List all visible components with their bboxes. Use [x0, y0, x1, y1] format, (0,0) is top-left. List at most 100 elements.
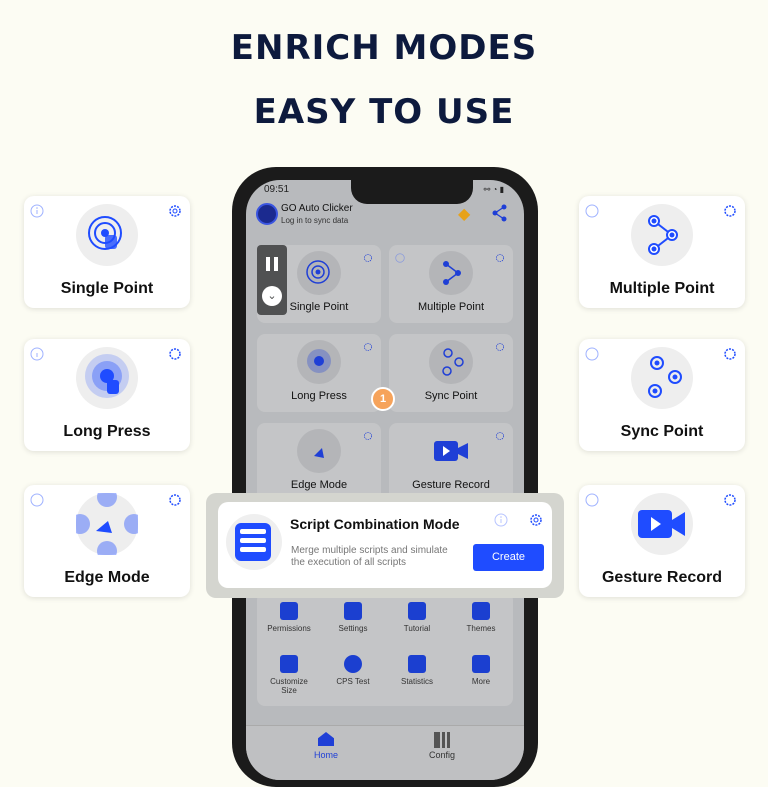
tool-permissions[interactable]: Permissions — [257, 602, 321, 633]
phone-screen: 09:51 ⚯ ◔ ▮ GO Auto Clicker Log in to sy… — [246, 180, 524, 780]
mode-label: Long Press — [291, 390, 347, 402]
settings-hex-icon — [344, 602, 362, 620]
mode-card-edge-mode[interactable]: Edge Mode — [257, 423, 381, 501]
gear-icon[interactable] — [495, 253, 505, 263]
gear-icon[interactable] — [363, 342, 373, 352]
single-point-icon — [297, 251, 341, 295]
mode-card-sync-point[interactable]: Sync Point — [389, 334, 513, 412]
popup-description: Merge multiple scripts and simulate the … — [291, 545, 448, 568]
tool-themes[interactable]: Themes — [449, 602, 513, 633]
script-list-icon — [226, 514, 282, 570]
mode-card-long-press[interactable]: Long Press — [257, 334, 381, 412]
mode-label: Gesture Record — [412, 479, 490, 491]
gesture-record-icon — [631, 493, 693, 555]
gear-icon[interactable] — [723, 493, 737, 507]
mode-card-gesture-record[interactable]: Gesture Record — [389, 423, 513, 501]
mode-label: Multiple Point — [417, 301, 485, 313]
gear-icon[interactable] — [529, 513, 543, 527]
info-icon[interactable] — [395, 253, 405, 263]
nav-home[interactable]: Home — [296, 732, 356, 760]
bar-chart-icon — [408, 655, 426, 673]
multiple-point-card[interactable]: Multiple Point — [579, 196, 745, 308]
gear-icon[interactable] — [363, 431, 373, 441]
gesture-record-card[interactable]: Gesture Record — [579, 485, 745, 597]
status-time: 09:51 — [264, 184, 290, 195]
status-icons: ⚯ ◔ ▮ — [483, 185, 504, 194]
tool-label: Permissions — [267, 624, 311, 633]
tool-tutorial[interactable]: Tutorial — [385, 602, 449, 633]
card-label: Single Point — [60, 280, 154, 297]
script-combination-card[interactable]: Script Combination Mode Merge multiple s… — [218, 502, 552, 588]
gear-icon[interactable] — [723, 347, 737, 361]
pause-icon[interactable] — [266, 257, 270, 271]
tool-label: CPS Test — [336, 677, 370, 686]
nav-label: Config — [428, 750, 455, 760]
app-title: GO Auto Clicker — [281, 203, 353, 214]
info-icon[interactable] — [30, 493, 44, 507]
single-point-card[interactable]: Single Point — [24, 196, 190, 308]
gear-icon[interactable] — [168, 493, 182, 507]
info-icon[interactable] — [30, 204, 44, 218]
tool-cps-test[interactable]: CPS Test — [321, 655, 385, 686]
step-badge: 1 — [371, 387, 395, 411]
multiple-point-icon — [631, 204, 693, 266]
mode-label: Sync Point — [424, 390, 478, 402]
tool-more[interactable]: More — [449, 655, 513, 686]
gesture-record-icon — [429, 429, 473, 473]
long-press-card[interactable]: Long Press — [24, 339, 190, 451]
speedometer-icon — [344, 655, 362, 673]
key-shield-icon — [280, 602, 298, 620]
app-subtitle: Log in to sync data — [281, 216, 349, 225]
edge-mode-card[interactable]: Edge Mode — [24, 485, 190, 597]
info-icon[interactable] — [585, 493, 599, 507]
sync-point-icon — [429, 340, 473, 384]
nav-label: Home — [313, 750, 338, 760]
multiple-point-icon — [429, 251, 473, 295]
config-list-icon — [434, 732, 450, 748]
gear-icon[interactable] — [723, 204, 737, 218]
tool-label: Settings — [338, 624, 368, 633]
long-press-icon — [76, 347, 138, 409]
info-icon[interactable] — [30, 347, 44, 361]
tool-customize-size[interactable]: Customize Size — [257, 655, 321, 695]
card-label: Edge Mode — [64, 569, 150, 586]
info-icon[interactable] — [494, 513, 508, 527]
create-button[interactable]: Create — [473, 544, 544, 571]
gear-icon[interactable] — [168, 204, 182, 218]
single-point-icon — [76, 204, 138, 266]
sync-point-card[interactable]: Sync Point — [579, 339, 745, 451]
floating-control-panel[interactable]: ⌄ — [257, 245, 287, 315]
bottom-nav: Home Config — [246, 725, 524, 780]
gear-icon[interactable] — [495, 342, 505, 352]
ruler-icon — [280, 655, 298, 673]
collapse-chevron-icon[interactable]: ⌄ — [262, 286, 282, 306]
notch — [351, 180, 473, 204]
card-label: Multiple Point — [609, 280, 715, 297]
info-icon[interactable] — [585, 204, 599, 218]
tool-settings[interactable]: Settings — [321, 602, 385, 633]
tool-label: Customize Size — [270, 677, 308, 695]
gear-icon[interactable] — [495, 431, 505, 441]
premium-diamond-icon[interactable]: ◆ — [458, 204, 470, 224]
shirt-icon — [472, 602, 490, 620]
long-press-icon — [297, 340, 341, 384]
home-icon — [318, 732, 334, 746]
headline-1: ENRICH MODES — [230, 28, 538, 68]
card-label: Sync Point — [620, 423, 704, 440]
headline-2: EASY TO USE — [253, 92, 515, 132]
tool-label: Tutorial — [403, 624, 431, 633]
tool-label: Statistics — [400, 677, 433, 686]
pause-icon-bar — [274, 257, 278, 271]
card-label: Long Press — [63, 423, 151, 440]
gear-icon[interactable] — [168, 347, 182, 361]
tool-statistics[interactable]: Statistics — [385, 655, 449, 686]
popup-title: Script Combination Mode — [290, 516, 460, 532]
share-icon[interactable] — [492, 204, 508, 222]
mode-label: Edge Mode — [290, 479, 348, 491]
info-icon[interactable] — [585, 347, 599, 361]
card-label: Gesture Record — [601, 569, 723, 586]
mode-card-multiple-point[interactable]: Multiple Point — [389, 245, 513, 323]
nav-config[interactable]: Config — [412, 732, 472, 760]
sync-point-icon — [631, 347, 693, 409]
gear-icon[interactable] — [363, 253, 373, 263]
